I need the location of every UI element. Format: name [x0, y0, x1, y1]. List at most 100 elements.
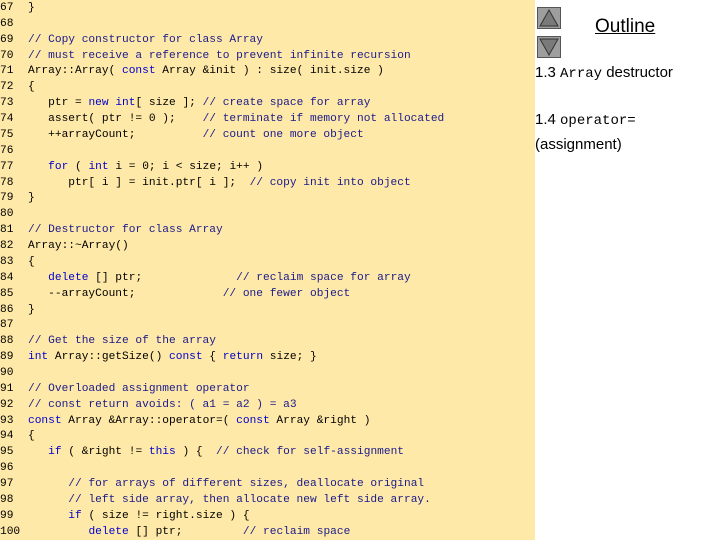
next-slide-button[interactable] — [537, 36, 561, 58]
code-text: i = 0; i < size; i++ ) — [108, 160, 264, 173]
outline-item-destructor[interactable]: 1.3 Array destructor — [535, 61, 673, 86]
code-line: 79} — [0, 190, 35, 206]
line-number: 82 — [0, 240, 14, 253]
line-number: 84 — [0, 271, 14, 284]
line-number: 73 — [0, 97, 14, 110]
code-comment: // one fewer object — [222, 287, 351, 300]
code-text: ( &right != — [61, 446, 149, 459]
line-number: 90 — [0, 367, 14, 379]
code-text: [] ptr; — [128, 525, 243, 538]
outline-item-number: 1.4 — [535, 111, 556, 128]
line-number: 69 — [0, 33, 14, 46]
line-number: 80 — [0, 208, 14, 221]
code-line: 73 ptr = new int[ size ]; // create spac… — [0, 95, 370, 111]
code-text: } — [28, 2, 35, 14]
code-line: 89 int Array::getSize() const { return si… — [0, 349, 317, 365]
code-text: assert( ptr != 0 ); — [28, 113, 203, 126]
line-number: 74 — [0, 113, 14, 126]
line-number: 67 — [0, 2, 14, 14]
code-comment: // copy init into object — [249, 176, 411, 189]
code-keyword: if — [48, 446, 62, 459]
code-line: 75 ++arrayCount; // count one more objec… — [0, 127, 364, 143]
line-number: 83 — [0, 255, 14, 268]
code-line: 84 delete [] ptr; // reclaim space for a… — [0, 270, 411, 286]
code-text: --arrayCount; — [28, 287, 223, 300]
code-comment: // const return avoids: ( a1 = a2 ) = a3 — [28, 398, 297, 411]
code-line: 68 — [0, 16, 28, 32]
line-number: 89 — [0, 351, 14, 364]
line-number: 99 — [0, 509, 14, 522]
code-line: 83 { — [0, 254, 35, 270]
code-text: Array &init ) : size( init.size ) — [155, 65, 384, 78]
line-number: 79 — [0, 192, 14, 205]
line-number: 97 — [0, 478, 14, 491]
code-text: [] ptr; — [88, 271, 237, 284]
code-line: 81 // Destructor for class Array — [0, 222, 223, 238]
code-comment: // Overloaded assignment operator — [28, 382, 250, 395]
line-number: 91 — [0, 382, 14, 395]
code-comment: // Destructor for class Array — [28, 224, 223, 237]
code-line: 85 --arrayCount; // one fewer object — [0, 286, 350, 302]
outline-item-assignment[interactable]: 1.4 operator= (assignment) — [535, 108, 636, 156]
code-line: 72 { — [0, 79, 35, 95]
code-comment: // reclaim space for array — [236, 271, 411, 284]
code-keyword: for — [48, 160, 69, 173]
line-number: 87 — [0, 319, 14, 332]
code-text: Array::getSize() — [48, 351, 170, 364]
code-keyword: const — [169, 351, 203, 364]
code-line: 88 // Get the size of the array — [0, 333, 216, 349]
code-text: Array::Array( — [28, 65, 122, 78]
code-text: size; } — [263, 351, 317, 364]
outline-title: Outline — [595, 16, 656, 37]
code-comment: // Get the size of the array — [28, 335, 216, 348]
line-number: 88 — [0, 335, 14, 348]
line-number: 95 — [0, 446, 14, 459]
code-comment: // count one more object — [202, 128, 364, 141]
code-line: 91 // Overloaded assignment operator — [0, 381, 250, 397]
code-line: 98 // left side array, then allocate new… — [0, 492, 431, 508]
code-line: 74 assert( ptr != 0 ); // terminate if m… — [0, 111, 444, 127]
code-line: 90 — [0, 365, 28, 381]
outline-item-text: (assignment) — [535, 136, 622, 153]
code-line: 96 — [0, 460, 28, 476]
outline-item-code: Array — [560, 66, 603, 82]
code-comment: // must receive a reference to prevent i… — [28, 49, 411, 62]
code-line: 87 — [0, 317, 28, 333]
line-number: 86 — [0, 303, 14, 316]
code-text: ptr[ i ] = init.ptr[ i ]; — [28, 176, 250, 189]
line-number: 96 — [0, 462, 14, 475]
code-line: 95 if ( &right != this ) { // check for … — [0, 444, 404, 460]
code-line: 67} — [0, 0, 35, 16]
line-number: 100 — [0, 525, 21, 538]
code-text: { — [28, 81, 35, 94]
code-line: 94 { — [0, 428, 35, 444]
previous-slide-button[interactable] — [537, 7, 561, 29]
code-line: 99 if ( size != right.size ) { — [0, 508, 250, 524]
line-number: 94 — [0, 430, 14, 443]
code-text: { — [28, 430, 35, 443]
code-text: ) { — [175, 446, 217, 459]
code-text: Array &right ) — [269, 414, 371, 427]
line-number: 72 — [0, 81, 14, 94]
line-number: 85 — [0, 287, 14, 300]
code-line: 80 — [0, 206, 28, 222]
code-text: Array::~Array() — [28, 240, 129, 253]
line-number: 77 — [0, 160, 14, 173]
code-keyword: delete — [48, 271, 89, 284]
code-keyword: int — [88, 160, 109, 173]
code-comment: // reclaim space — [242, 525, 351, 538]
code-line: 92 // const return avoids: ( a1 = a2 ) = … — [0, 397, 297, 413]
code-keyword: new — [88, 97, 109, 110]
code-text: ( size != right.size ) { — [81, 509, 250, 522]
code-line: 82 Array::~Array() — [0, 238, 129, 254]
code-keyword: this — [148, 446, 176, 459]
code-text: { — [28, 255, 35, 268]
code-keyword: int — [28, 351, 49, 364]
code-text: [ size ]; — [135, 97, 203, 110]
code-keyword: const — [28, 414, 62, 427]
